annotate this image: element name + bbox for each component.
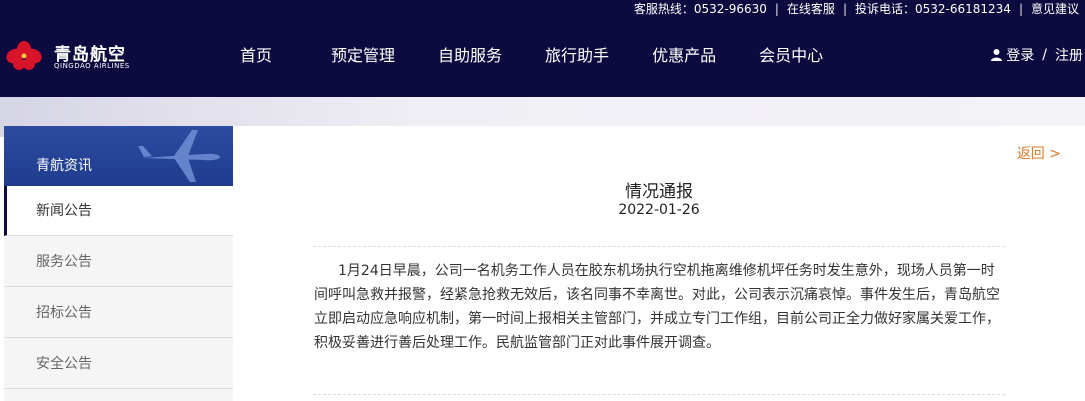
main-navigation: 首页 预定管理 自助服务 旅行助手 优惠产品 会员中心 — [220, 36, 823, 76]
site-header: 客服热线：0532-96630 | 在线客服 | 投诉电话：0532-66181… — [0, 0, 1085, 97]
sidebar-title: 青航资讯 — [36, 158, 92, 174]
article-date: 2022-01-26 — [618, 202, 700, 218]
divider — [313, 394, 1005, 395]
sidebar-header: 青航资讯 — [4, 126, 233, 186]
sidebar: 青航资讯 新闻公告 服务公告 招标公告 安全公告 — [4, 126, 233, 401]
top-utility-bar: 客服热线：0532-96630 | 在线客服 | 投诉电话：0532-66181… — [634, 0, 1079, 18]
feedback-link[interactable]: 意见建议 — [1031, 1, 1079, 17]
nav-item-home[interactable]: 首页 — [240, 36, 272, 76]
nav-item-booking[interactable]: 预定管理 — [331, 36, 395, 76]
logo-name-en: QINGDAO AIRLINES — [54, 62, 130, 70]
separator: / — [1042, 47, 1047, 63]
sidebar-item-tender-notice[interactable]: 招标公告 — [4, 288, 233, 338]
sidebar-item-news[interactable]: 新闻公告 — [4, 186, 233, 236]
user-icon — [991, 49, 1003, 61]
login-link[interactable]: 登录 — [1006, 45, 1034, 65]
separator: | — [774, 2, 779, 16]
nav-item-promotions[interactable]: 优惠产品 — [652, 36, 716, 76]
customer-hotline: 客服热线：0532-96630 — [633, 2, 767, 16]
separator: | — [1018, 2, 1023, 16]
complaint-phone: 投诉电话：0532-66181234 — [854, 2, 1011, 16]
online-service-link[interactable]: 在线客服 — [787, 1, 835, 17]
article-panel: 返回 > 情况通报 2022-01-26 1月24日早晨，公司一名机务工作人员在… — [233, 126, 1085, 401]
article-title: 情况通报 — [625, 182, 693, 202]
nav-item-member-center[interactable]: 会员中心 — [759, 36, 823, 76]
back-link[interactable]: 返回 > — [1017, 143, 1061, 163]
sidebar-item-safety-notice[interactable]: 安全公告 — [4, 339, 233, 389]
sidebar-item-service-notice[interactable]: 服务公告 — [4, 237, 233, 287]
register-link[interactable]: 注册 — [1055, 45, 1083, 65]
airplane-icon — [138, 130, 220, 182]
article-body: 1月24日早晨，公司一名机务工作人员在胶东机场执行空机拖离维修机坪任务时发生意外… — [314, 263, 1000, 351]
azalea-flower-icon — [6, 41, 42, 70]
divider — [313, 246, 1005, 247]
separator: | — [842, 2, 847, 16]
site-logo[interactable]: 青岛航空 QINGDAO AIRLINES — [4, 38, 134, 74]
login-register: 登录 / 注册 — [991, 45, 1083, 65]
nav-item-self-service[interactable]: 自助服务 — [438, 36, 502, 76]
nav-item-travel-assistant[interactable]: 旅行助手 — [545, 36, 609, 76]
